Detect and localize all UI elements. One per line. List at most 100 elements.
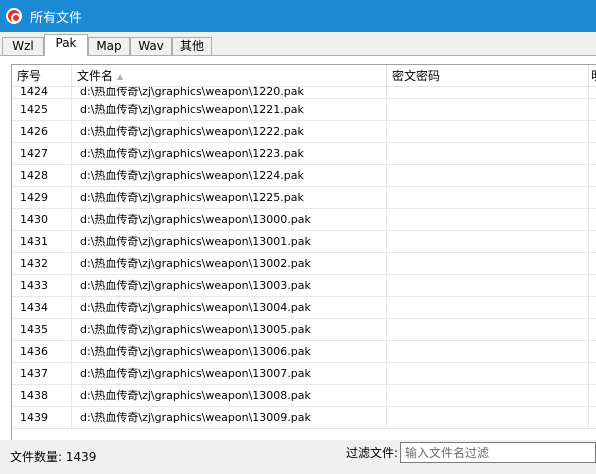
cell-index: 1435: [12, 319, 72, 340]
cell-index: 1432: [12, 253, 72, 274]
column-header-filename-label: 文件名: [77, 69, 114, 83]
cell-index: 1436: [12, 341, 72, 362]
cell-filename: d:\热血传奇\zj\graphics\weapon\13004.pak: [72, 297, 387, 318]
cell-filename: d:\热血传奇\zj\graphics\weapon\13006.pak: [72, 341, 387, 362]
cell-extra: [589, 341, 596, 362]
table-row[interactable]: 1426 d:\热血传奇\zj\graphics\weapon\1222.pak: [12, 121, 596, 143]
cell-password: [387, 87, 589, 98]
cell-password: [387, 275, 589, 296]
table-row[interactable]: 1431 d:\热血传奇\zj\graphics\weapon\13001.pak: [12, 231, 596, 253]
tab-map[interactable]: Map: [88, 37, 130, 56]
cell-index: 1424: [12, 87, 72, 98]
tab-pak[interactable]: Pak: [44, 34, 88, 56]
cell-password: [387, 407, 589, 428]
table-row[interactable]: 1427 d:\热血传奇\zj\graphics\weapon\1223.pak: [12, 143, 596, 165]
cell-index: 1425: [12, 99, 72, 120]
table-row[interactable]: 1439 d:\热血传奇\zj\graphics\weapon\13009.pak: [12, 407, 596, 429]
cell-filename: d:\热血传奇\zj\graphics\weapon\1225.pak: [72, 187, 387, 208]
cell-password: [387, 319, 589, 340]
cell-filename: d:\热血传奇\zj\graphics\weapon\1223.pak: [72, 143, 387, 164]
cell-extra: [589, 99, 596, 120]
table-row[interactable]: 1437 d:\热血传奇\zj\graphics\weapon\13007.pak: [12, 363, 596, 385]
cell-filename: d:\热血传奇\zj\graphics\weapon\13008.pak: [72, 385, 387, 406]
table-row[interactable]: 1424 d:\热血传奇\zj\graphics\weapon\1220.pak: [12, 87, 596, 99]
cell-password: [387, 99, 589, 120]
cell-password: [387, 341, 589, 362]
table-row[interactable]: 1433 d:\热血传奇\zj\graphics\weapon\13003.pak: [12, 275, 596, 297]
cell-extra: [589, 407, 596, 428]
tab-other[interactable]: 其他: [172, 37, 212, 56]
cell-extra: [589, 319, 596, 340]
cell-filename: d:\热血传奇\zj\graphics\weapon\13002.pak: [72, 253, 387, 274]
cell-index: 1438: [12, 385, 72, 406]
column-header-extra[interactable]: 明: [589, 65, 596, 87]
cell-password: [387, 143, 589, 164]
app-icon: [6, 8, 22, 24]
table-body: 1424 d:\热血传奇\zj\graphics\weapon\1220.pak 1…: [12, 87, 596, 429]
cell-index: 1431: [12, 231, 72, 252]
column-header-password-label: 密文密码: [392, 69, 441, 83]
table-row[interactable]: 1425 d:\热血传奇\zj\graphics\weapon\1221.pak: [12, 99, 596, 121]
cell-extra: [589, 209, 596, 230]
cell-filename: d:\热血传奇\zj\graphics\weapon\13001.pak: [72, 231, 387, 252]
column-header-index[interactable]: 序号: [12, 65, 72, 87]
file-count-label: 文件数量: 1439: [10, 450, 97, 464]
column-header-filename[interactable]: 文件名 ▲: [72, 65, 387, 87]
tab-panel: 序号 文件名▲ 密文密码 明 1424d:\热血传奇\zj\graphics\w…: [0, 55, 596, 474]
cell-extra: [589, 187, 596, 208]
cell-extra: [589, 275, 596, 296]
cell-index: 1429: [12, 187, 72, 208]
cell-filename: d:\热血传奇\zj\graphics\weapon\13007.pak: [72, 363, 387, 384]
cell-password: [387, 253, 589, 274]
table-row[interactable]: 1434 d:\热血传奇\zj\graphics\weapon\13004.pak: [12, 297, 596, 319]
cell-extra: [589, 363, 596, 384]
file-table[interactable]: 序号 文件名▲ 密文密码 明 1424d:\热血传奇\zj\graphics\w…: [11, 64, 596, 474]
cell-extra: [589, 231, 596, 252]
tab-wzl[interactable]: Wzl: [2, 37, 44, 56]
cell-filename: d:\热血传奇\zj\graphics\weapon\1222.pak: [72, 121, 387, 142]
table-row[interactable]: 1429 d:\热血传奇\zj\graphics\weapon\1225.pak: [12, 187, 596, 209]
column-header-password[interactable]: 密文密码: [387, 65, 589, 87]
table-row[interactable]: 1432 d:\热血传奇\zj\graphics\weapon\13002.pak: [12, 253, 596, 275]
table-row[interactable]: 1435 d:\热血传奇\zj\graphics\weapon\13005.pak: [12, 319, 596, 341]
cell-filename: d:\热血传奇\zj\graphics\weapon\1220.pak: [72, 87, 387, 98]
cell-password: [387, 209, 589, 230]
cell-password: [387, 187, 589, 208]
sort-ascending-icon: ▲: [117, 72, 124, 81]
cell-password: [387, 297, 589, 318]
tab-wav[interactable]: Wav: [130, 37, 172, 56]
tab-strip: Wzl Pak Map Wav 其他: [0, 34, 596, 56]
cell-extra: [589, 143, 596, 164]
filter-label: 过滤文件:: [346, 446, 399, 460]
cell-filename: d:\热血传奇\zj\graphics\weapon\1221.pak: [72, 99, 387, 120]
cell-filename: d:\热血传奇\zj\graphics\weapon\13000.pak: [72, 209, 387, 230]
cell-index: 1428: [12, 165, 72, 186]
column-header-extra-label: 明: [591, 69, 596, 83]
cell-extra: [589, 385, 596, 406]
cell-filename: d:\热血传奇\zj\graphics\weapon\13003.pak: [72, 275, 387, 296]
cell-index: 1426: [12, 121, 72, 142]
cell-index: 1430: [12, 209, 72, 230]
cell-password: [387, 363, 589, 384]
table-row[interactable]: 1430 d:\热血传奇\zj\graphics\weapon\13000.pak: [12, 209, 596, 231]
cell-password: [387, 165, 589, 186]
table-row[interactable]: 1438 d:\热血传奇\zj\graphics\weapon\13008.pak: [12, 385, 596, 407]
cell-index: 1433: [12, 275, 72, 296]
cell-password: [387, 231, 589, 252]
title-bar: 所有文件: [0, 0, 596, 32]
cell-index: 1434: [12, 297, 72, 318]
cell-extra: [589, 121, 596, 142]
cell-index: 1427: [12, 143, 72, 164]
cell-filename: d:\热血传奇\zj\graphics\weapon\1224.pak: [72, 165, 387, 186]
cell-password: [387, 121, 589, 142]
status-footer: 文件数量: 1439 过滤文件:: [0, 440, 596, 474]
cell-index: 1439: [12, 407, 72, 428]
cell-filename: d:\热血传奇\zj\graphics\weapon\13005.pak: [72, 319, 387, 340]
filter-input[interactable]: [400, 442, 596, 463]
cell-extra: [589, 253, 596, 274]
table-row[interactable]: 1436 d:\热血传奇\zj\graphics\weapon\13006.pak: [12, 341, 596, 363]
cell-filename: d:\热血传奇\zj\graphics\weapon\13009.pak: [72, 407, 387, 428]
table-row[interactable]: 1428 d:\热血传奇\zj\graphics\weapon\1224.pak: [12, 165, 596, 187]
window-title: 所有文件: [30, 10, 83, 26]
cell-extra: [589, 165, 596, 186]
